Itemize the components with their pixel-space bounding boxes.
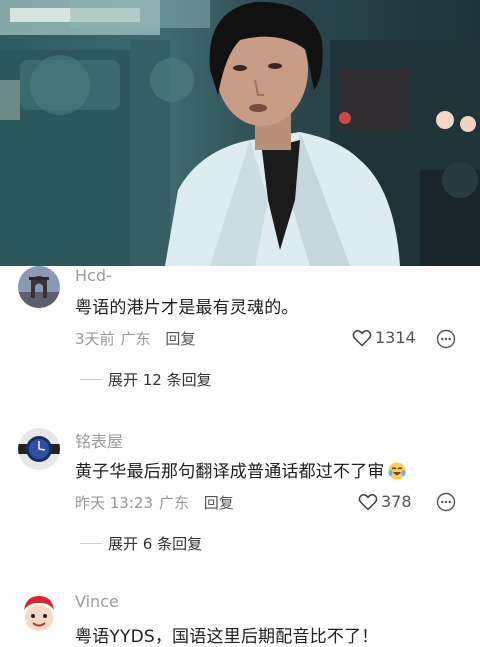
video-frame[interactable] [0,0,480,266]
heart-outline-icon [358,493,378,510]
avatar-cartoon-image [18,592,60,634]
like-button[interactable]: 1314 [352,328,416,347]
avatar[interactable] [18,266,60,308]
reply-button[interactable]: 回复 [204,494,234,512]
comment-item: Vince 粤语YYDS，国语这里后期配音比不了！ [0,590,480,647]
comment-text: 粤语YYDS，国语这里后期配音比不了！ [75,627,379,647]
reply-button[interactable]: 回复 [165,330,195,348]
comment-time: 3天前 [75,330,115,348]
crying-laugh-emoji-icon [388,462,406,480]
comment-text: 粤语的港片才是最有灵魂的。 [75,298,299,318]
movie-still-image [0,0,480,266]
like-count: 1314 [375,328,416,347]
expand-replies-button[interactable]: 展开 6 条回复 [80,533,202,554]
comment-username[interactable]: Vince [75,592,119,611]
comment-item: 铭表屋 黄子华最后那句翻译成普通话都过不了审 昨天 13:23 广东 回复 378… [0,426,480,566]
avatar-watch-image [18,428,60,470]
comment-item: Hcd- 粤语的港片才是最有灵魂的。 3天前 广东 回复 1314 展开 12 条… [0,266,480,406]
heart-outline-icon [352,329,372,346]
comment-time: 昨天 13:23 [75,494,153,512]
expand-replies-label: 展开 6 条回复 [108,535,203,553]
divider-line [80,379,102,380]
comment-text: 黄子华最后那句翻译成普通话都过不了审 [75,457,407,482]
like-count: 378 [381,492,412,511]
comment-meta: 3天前 广东 回复 [75,328,195,349]
comment-location: 广东 [120,330,151,348]
comment-text-content: 黄子华最后那句翻译成普通话都过不了审 [75,462,385,482]
expand-replies-button[interactable]: 展开 12 条回复 [80,369,212,390]
divider-line [80,543,102,544]
more-dots-icon[interactable] [436,492,456,512]
avatar[interactable] [18,592,60,634]
comment-location: 广东 [159,494,190,512]
comment-meta: 昨天 13:23 广东 回复 [75,492,234,513]
comment-username[interactable]: 铭表屋 [75,428,123,452]
avatar[interactable] [18,428,60,470]
more-dots-icon[interactable] [436,329,456,349]
comment-username[interactable]: Hcd- [75,266,112,285]
like-button[interactable]: 378 [358,492,412,511]
expand-replies-label: 展开 12 条回复 [108,371,212,389]
avatar-arch-image [18,266,60,308]
